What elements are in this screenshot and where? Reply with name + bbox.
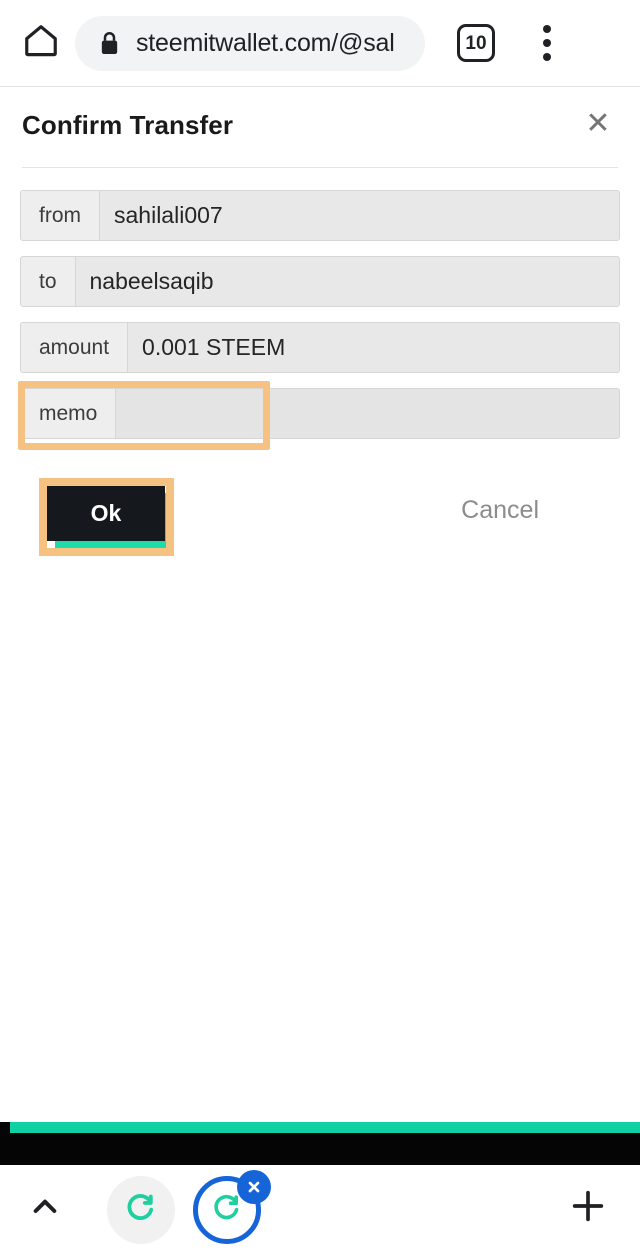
field-label-from: from — [21, 191, 100, 240]
close-icon[interactable]: ✕ — [576, 102, 620, 146]
new-tab-button[interactable] — [564, 1184, 612, 1232]
transfer-form: from sahilali007 to nabeelsaqib amount 0… — [0, 168, 640, 567]
field-row-memo: memo — [20, 388, 620, 439]
field-row-amount: amount 0.001 STEEM — [20, 322, 620, 373]
plus-icon — [568, 1186, 608, 1231]
home-button[interactable] — [11, 13, 71, 73]
field-label-to: to — [21, 257, 76, 306]
field-row-to: to nabeelsaqib — [20, 256, 620, 307]
page-content: Confirm Transfer ✕ from sahilali007 to n… — [0, 88, 640, 1122]
dialog-header: Confirm Transfer ✕ — [0, 88, 640, 141]
field-row-from: from sahilali007 — [20, 190, 620, 241]
menu-dot — [543, 39, 551, 47]
browser-toolbar: steemitwallet.com/@sal 10 — [0, 0, 640, 87]
dialog-actions: Ok Cancel — [39, 477, 600, 567]
page-title: Confirm Transfer — [22, 110, 234, 140]
ok-button[interactable]: Ok — [47, 485, 165, 541]
address-bar[interactable]: steemitwallet.com/@sal — [75, 15, 425, 71]
tab-counter-button[interactable]: 10 — [457, 24, 495, 62]
home-icon — [22, 22, 60, 65]
browser-tab-strip — [0, 1165, 640, 1255]
field-value-amount[interactable]: 0.001 STEEM — [128, 323, 619, 372]
chevron-up-icon[interactable] — [20, 1182, 70, 1232]
cancel-button[interactable]: Cancel — [461, 496, 539, 525]
field-label-memo: memo — [21, 389, 117, 438]
field-value-from[interactable]: sahilali007 — [100, 191, 619, 240]
field-value-to[interactable]: nabeelsaqib — [75, 257, 619, 306]
menu-dot — [543, 25, 551, 33]
memo-input[interactable] — [115, 389, 619, 438]
field-label-amount: amount — [21, 323, 129, 372]
ok-button-stack: Ok — [39, 478, 174, 556]
page-footer-strip — [0, 1122, 640, 1165]
steem-logo-icon — [124, 1191, 158, 1230]
footer-accent-bar — [10, 1122, 640, 1133]
overflow-menu-icon[interactable] — [527, 21, 567, 65]
lock-icon — [98, 30, 121, 57]
tab-thumbnail-active[interactable] — [193, 1170, 271, 1244]
menu-dot — [543, 53, 551, 61]
tab-thumbnail-inactive[interactable] — [107, 1176, 175, 1244]
memo-row-wrapper: memo — [18, 381, 620, 450]
steem-logo-icon — [211, 1192, 243, 1229]
tab-counter-label: 10 — [465, 32, 487, 54]
url-text: steemitwallet.com/@sal — [136, 28, 395, 57]
tab-close-button[interactable] — [237, 1170, 271, 1204]
